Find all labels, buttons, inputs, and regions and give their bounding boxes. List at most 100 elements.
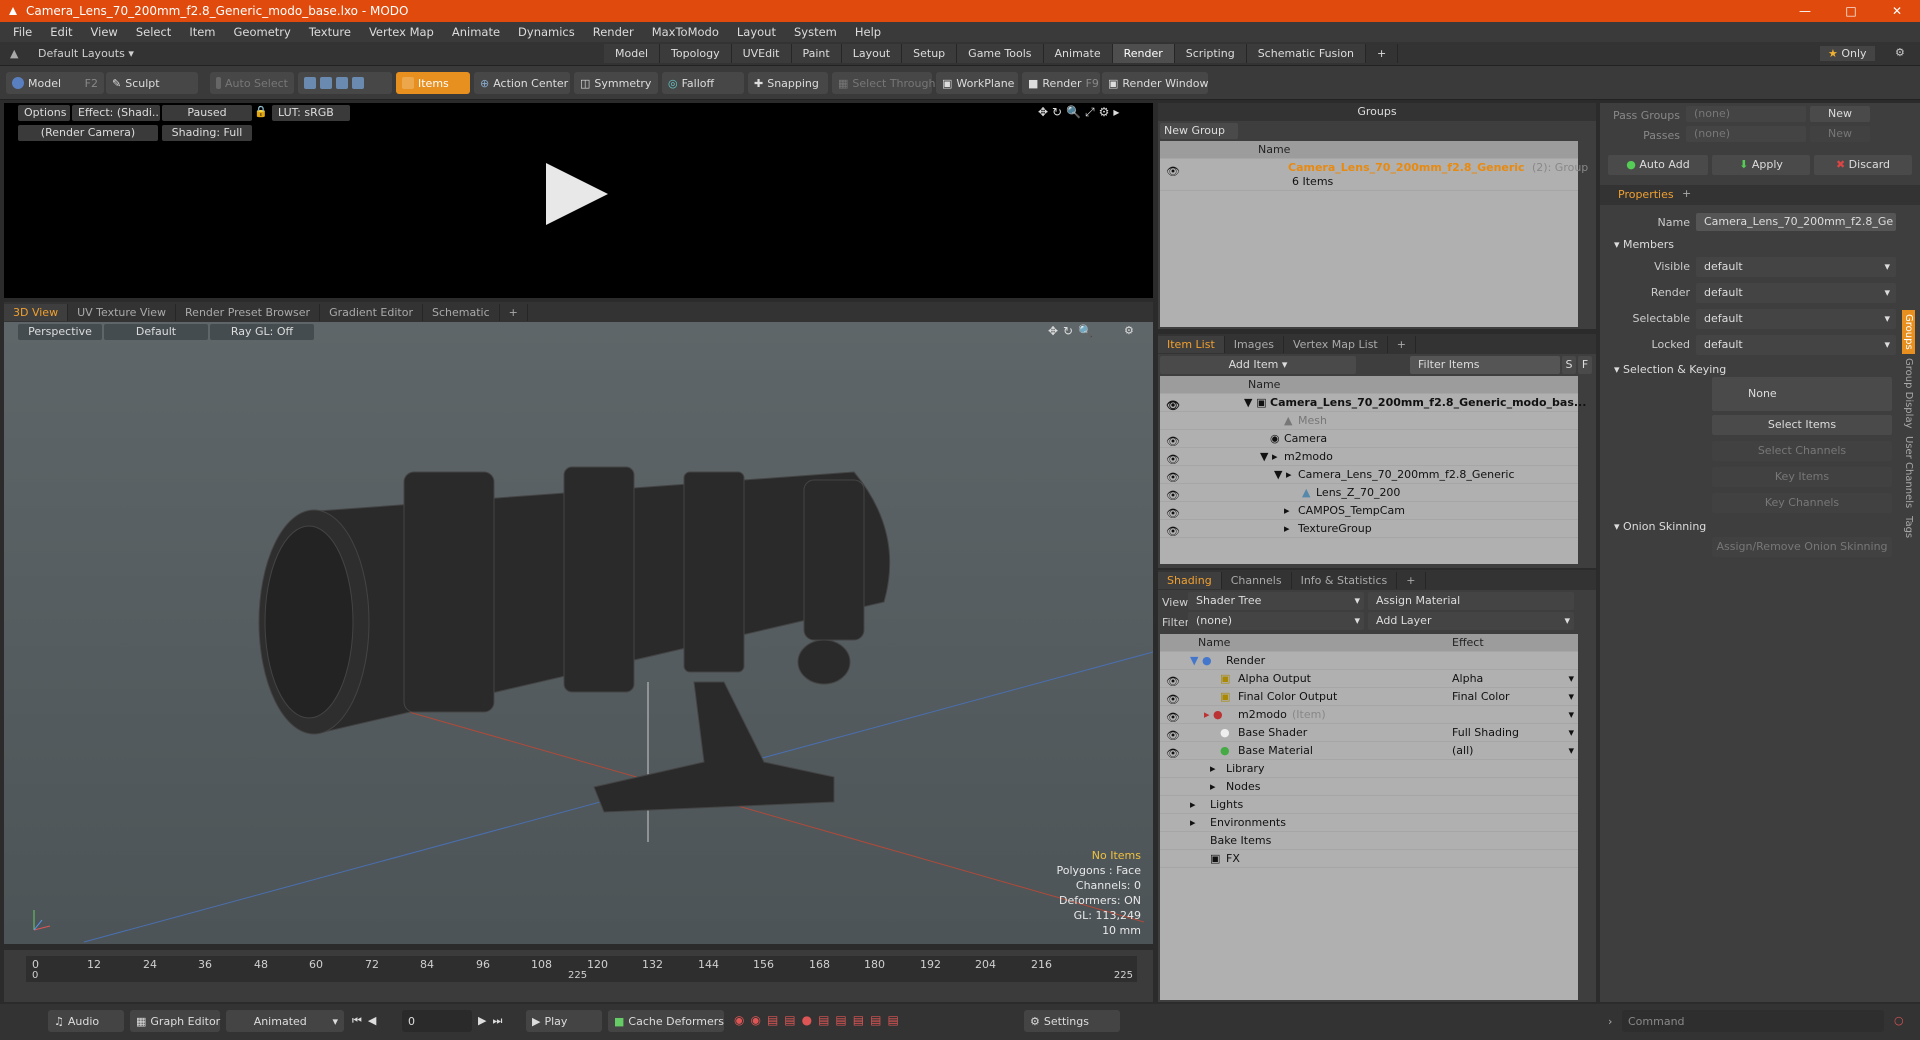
list-item[interactable]: ▲ Mesh bbox=[1160, 412, 1578, 430]
menu-system[interactable]: System bbox=[785, 25, 846, 39]
menu-item[interactable]: Item bbox=[180, 25, 224, 39]
model-button[interactable]: Model F2 bbox=[6, 72, 104, 94]
render-preview[interactable]: Options Effect: (Shadi... Paused 🔒 LUT: … bbox=[4, 103, 1153, 298]
list-item[interactable]: 👁 ▼ ▸ Camera_Lens_70_200mm_f2.8_Generic bbox=[1160, 466, 1578, 484]
add-item-tab-button[interactable]: + bbox=[1388, 335, 1416, 353]
transport-back-buttons[interactable]: ⏮◀ bbox=[352, 1014, 382, 1028]
shader-row[interactable]: ▸ Nodes bbox=[1160, 778, 1578, 796]
play-button[interactable]: ▶ Play bbox=[526, 1010, 602, 1032]
filter-dropdown[interactable]: (none) ▾ bbox=[1188, 612, 1364, 630]
menu-file[interactable]: File bbox=[4, 25, 41, 39]
lock-icon[interactable]: 🔒 bbox=[254, 105, 268, 118]
assign-onion-button[interactable]: Assign/Remove Onion Skinning bbox=[1712, 537, 1892, 557]
command-expand-icon[interactable]: › bbox=[1608, 1015, 1612, 1028]
tab-properties[interactable]: Properties bbox=[1618, 188, 1674, 201]
maximize-button[interactable]: □ bbox=[1828, 0, 1874, 22]
render-window-button[interactable]: ▣ Render Window bbox=[1102, 72, 1208, 94]
apply-button[interactable]: ⬇ Apply bbox=[1712, 155, 1810, 175]
eye-icon[interactable]: 👁 bbox=[1166, 451, 1180, 466]
group-row[interactable]: 👁 Camera_Lens_70_200mm_f2.8_Generic (2):… bbox=[1160, 159, 1588, 191]
layout-arrow-icon[interactable]: ▲ bbox=[10, 47, 18, 60]
list-item[interactable]: 👁 ▸ TextureGroup bbox=[1160, 520, 1578, 538]
select-through-button[interactable]: ▦ Select Through bbox=[832, 72, 935, 94]
chevron-down-icon[interactable]: ▾ bbox=[1568, 706, 1574, 724]
add-shading-tab-button[interactable]: + bbox=[1397, 571, 1426, 589]
menu-animate[interactable]: Animate bbox=[443, 25, 509, 39]
tab-game-tools[interactable]: Game Tools bbox=[957, 44, 1044, 63]
tab-channels[interactable]: Channels bbox=[1222, 571, 1292, 589]
key-items-button[interactable]: Key Items bbox=[1712, 467, 1892, 487]
eye-icon[interactable]: 👁 bbox=[1166, 487, 1180, 502]
settings-button[interactable]: ⚙ Settings bbox=[1024, 1010, 1120, 1032]
timeline[interactable]: 0 12 24 36 48 60 72 84 96 108 120 132 14… bbox=[4, 950, 1153, 1002]
transport-forward-buttons[interactable]: ▶⏭ bbox=[478, 1014, 508, 1028]
auto-select-button[interactable]: Auto Select bbox=[210, 72, 294, 94]
paused-button[interactable]: Paused bbox=[162, 105, 252, 121]
tab-render-preset-browser[interactable]: Render Preset Browser bbox=[176, 303, 321, 321]
3d-viewport[interactable]: Perspective Default Ray GL: Off ✥↻🔍 ⚙ No… bbox=[4, 322, 1153, 944]
tab-schematic[interactable]: Schematic bbox=[423, 303, 500, 321]
visible-dropdown[interactable]: default ▾ bbox=[1696, 257, 1896, 277]
chevron-down-icon[interactable]: ▾ bbox=[1568, 688, 1574, 706]
selection-keying-section[interactable]: ▾ Selection & Keying bbox=[1614, 363, 1726, 376]
selectable-dropdown[interactable]: default ▾ bbox=[1696, 309, 1896, 329]
tab-uvedit[interactable]: UVEdit bbox=[731, 44, 792, 63]
tab-uv-texture-view[interactable]: UV Texture View bbox=[68, 303, 177, 321]
close-button[interactable]: ✕ bbox=[1874, 0, 1920, 22]
auto-add-button[interactable]: ● Auto Add bbox=[1608, 155, 1708, 175]
pass-groups-dropdown[interactable]: (none) bbox=[1686, 106, 1806, 122]
chevron-down-icon[interactable]: ▾ bbox=[1568, 670, 1574, 688]
side-tab-user-channels[interactable]: User Channels bbox=[1902, 432, 1915, 512]
f-button[interactable]: F bbox=[1578, 356, 1592, 374]
menu-texture[interactable]: Texture bbox=[300, 25, 360, 39]
workplane-button[interactable]: ▣ WorkPlane bbox=[936, 72, 1018, 94]
s-button[interactable]: S bbox=[1562, 356, 1576, 374]
tab-vertex-map-list[interactable]: Vertex Map List bbox=[1284, 335, 1388, 353]
tab-item-list[interactable]: Item List bbox=[1158, 335, 1225, 353]
render-button[interactable]: ■ Render F9 bbox=[1022, 72, 1100, 94]
new-pass-button[interactable]: New bbox=[1810, 126, 1870, 142]
selection-mode-buttons[interactable] bbox=[298, 72, 392, 94]
shader-row[interactable]: Bake Items bbox=[1160, 832, 1578, 850]
falloff-button[interactable]: ◎ Falloff bbox=[662, 72, 744, 94]
locked-dropdown[interactable]: default ▾ bbox=[1696, 335, 1896, 355]
tab-paint[interactable]: Paint bbox=[791, 44, 842, 63]
render-camera-dropdown[interactable]: (Render Camera) bbox=[18, 125, 158, 141]
tab-topology[interactable]: Topology bbox=[660, 44, 732, 63]
tab-images[interactable]: Images bbox=[1225, 335, 1284, 353]
new-group-button[interactable]: New Group bbox=[1160, 123, 1238, 139]
tab-schematic-fusion[interactable]: Schematic Fusion bbox=[1246, 44, 1367, 63]
minimize-button[interactable]: — bbox=[1782, 0, 1828, 22]
eye-icon[interactable]: 👁 bbox=[1166, 727, 1180, 742]
key-channels-button[interactable]: Key Channels bbox=[1712, 493, 1892, 513]
eye-icon[interactable]: 👁 bbox=[1166, 397, 1180, 412]
list-item[interactable]: 👁 ▲ Lens_Z_70_200 bbox=[1160, 484, 1578, 502]
frame-input[interactable]: 0 bbox=[402, 1010, 472, 1032]
list-item[interactable]: 👁 ▸ CAMPOS_TempCam bbox=[1160, 502, 1578, 520]
list-item[interactable]: 👁 ▼ ▣ Camera_Lens_70_200mm_f2.8_Generic_mo… bbox=[1160, 394, 1586, 412]
add-viewport-tab-button[interactable]: + bbox=[500, 303, 528, 321]
effect-dropdown[interactable]: Effect: (Shadi... bbox=[72, 105, 160, 121]
menu-view[interactable]: View bbox=[82, 25, 127, 39]
filter-items-input[interactable]: Filter Items bbox=[1410, 356, 1560, 374]
shader-row[interactable]: 👁 ▸ ● m2modo (Item) ▾ bbox=[1160, 706, 1578, 724]
passes-dropdown[interactable]: (none) bbox=[1686, 126, 1806, 142]
render-dropdown[interactable]: default ▾ bbox=[1696, 283, 1896, 303]
eye-icon[interactable]: 👁 bbox=[1166, 433, 1180, 448]
timeline-ruler[interactable]: 0 12 24 36 48 60 72 84 96 108 120 132 14… bbox=[26, 956, 1137, 982]
tab-shading[interactable]: Shading bbox=[1158, 571, 1222, 589]
none-selection-button[interactable]: None bbox=[1712, 377, 1892, 411]
select-channels-button[interactable]: Select Channels bbox=[1712, 441, 1892, 461]
add-item-dropdown[interactable]: Add Item ▾ bbox=[1160, 356, 1356, 374]
side-tab-group-display[interactable]: Group Display bbox=[1902, 354, 1915, 432]
tab-info-statistics[interactable]: Info & Statistics bbox=[1292, 571, 1398, 589]
name-field[interactable]: Camera_Lens_70_200mm_f2.8_Ge bbox=[1696, 213, 1896, 231]
menu-select[interactable]: Select bbox=[127, 25, 180, 39]
add-layer-dropdown[interactable]: Add Layer ▾ bbox=[1368, 612, 1574, 630]
menu-edit[interactable]: Edit bbox=[41, 25, 81, 39]
tab-setup[interactable]: Setup bbox=[902, 44, 958, 63]
expand-icon[interactable]: ▸ bbox=[1190, 796, 1196, 814]
add-tab-button[interactable]: + bbox=[1366, 44, 1399, 63]
shader-row[interactable]: ▸ Library bbox=[1160, 760, 1578, 778]
eye-icon[interactable]: 👁 bbox=[1166, 523, 1180, 538]
